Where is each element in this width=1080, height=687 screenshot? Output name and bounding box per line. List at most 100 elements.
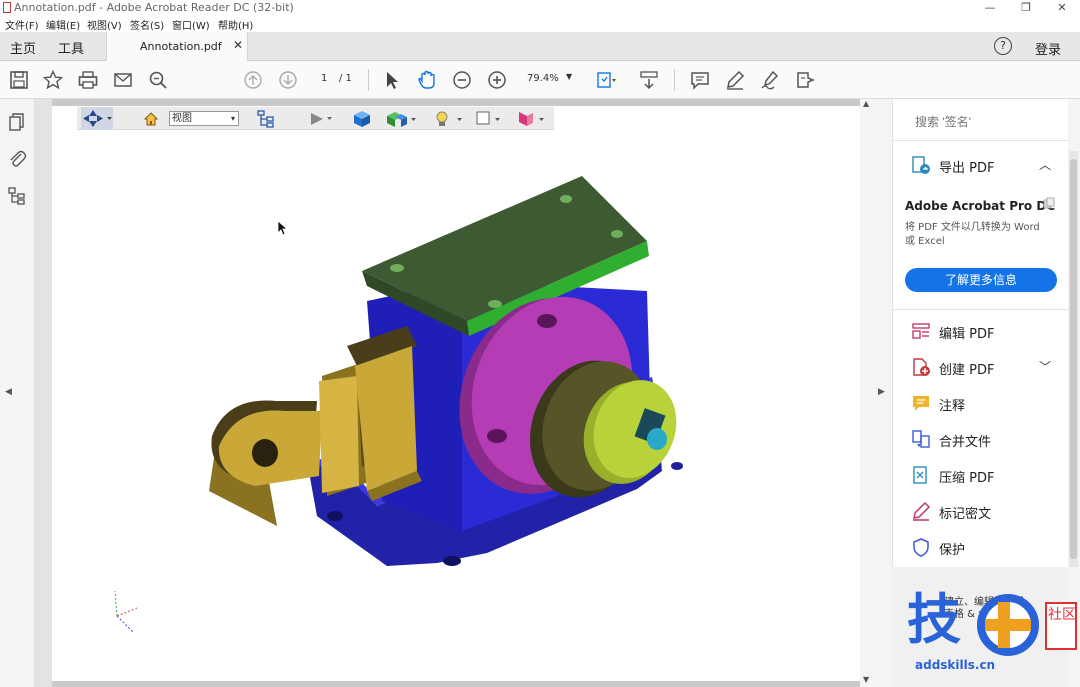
tool-protect[interactable]: 保护: [893, 530, 1069, 564]
tool-label: 合并文件: [939, 435, 992, 450]
tool-label: 保护: [939, 543, 966, 558]
3d-model-gearbox[interactable]: [207, 171, 727, 571]
edit-pdf-icon: [911, 321, 931, 341]
comment-icon[interactable]: [690, 70, 710, 90]
tool-create-pdf[interactable]: 创建 PDF ﹀: [893, 350, 1069, 384]
page-number-input[interactable]: 1: [321, 73, 327, 84]
tool-label: 注释: [939, 399, 966, 414]
compress-pdf-icon: [911, 465, 931, 485]
promo-description: 将 PDF 文件以几转换为 Word 或 Excel: [905, 222, 1040, 247]
learn-more-button[interactable]: 了解更多信息: [905, 268, 1057, 292]
projection-cube-icon[interactable]: [353, 110, 371, 128]
toolbar-divider: [368, 69, 369, 91]
tool-label: 编辑 PDF: [939, 327, 995, 342]
highlight-pen-icon[interactable]: [725, 70, 745, 90]
zoom-dropdown-icon[interactable]: ▼: [566, 72, 572, 81]
scroll-down-icon[interactable]: ▼: [863, 675, 869, 684]
collapse-right-panel-icon[interactable]: ▶: [878, 387, 885, 397]
menu-sign[interactable]: 签名(S): [130, 17, 164, 32]
menu-help[interactable]: 帮助(H): [218, 17, 253, 32]
home-view-icon[interactable]: [143, 111, 159, 127]
redact-icon: [911, 501, 931, 521]
left-navigation-rail: ◀: [0, 99, 35, 687]
select-pointer-icon[interactable]: [382, 70, 402, 90]
chevron-down-icon[interactable]: ﹀: [1039, 358, 1051, 375]
collapse-left-panel-icon[interactable]: ◀: [5, 387, 12, 397]
tab-bar: 主页 工具 Annotation.pdf ✕ ? 登录: [0, 32, 1080, 61]
pdf-page[interactable]: 视图 ▾: [52, 106, 860, 681]
divider: [893, 140, 1069, 141]
view-select-dropdown[interactable]: 视图 ▾: [169, 111, 239, 126]
scroll-up-icon[interactable]: ▲: [863, 99, 869, 108]
tab-document[interactable]: Annotation.pdf ✕: [106, 32, 248, 61]
tool-label: 压缩 PDF: [939, 471, 995, 486]
vertical-scrollbar[interactable]: ▲ ▼: [860, 99, 873, 687]
chevron-up-icon[interactable]: ︿: [1039, 156, 1051, 173]
zoom-level[interactable]: 79.4%: [527, 73, 559, 84]
page-total: / 1: [339, 73, 352, 84]
model-tree-icon[interactable]: [7, 186, 27, 206]
minimize-button[interactable]: —: [976, 0, 1004, 16]
tab-home[interactable]: 主页: [10, 38, 36, 57]
horizontal-scrollbar-bottom[interactable]: [52, 681, 860, 687]
close-tab-icon[interactable]: ✕: [233, 38, 243, 52]
attachment-icon[interactable]: [7, 148, 27, 168]
next-page-icon[interactable]: [278, 70, 298, 90]
comment-icon: [911, 393, 931, 413]
fit-page-icon[interactable]: [596, 70, 616, 90]
scroll-mode-icon[interactable]: [639, 70, 659, 90]
pages-thumbnail-icon[interactable]: [7, 112, 27, 132]
tool-compress-pdf[interactable]: 压缩 PDF: [893, 458, 1069, 492]
search-zoom-icon[interactable]: [148, 70, 168, 90]
print-icon[interactable]: [78, 70, 98, 90]
create-pdf-icon: [911, 357, 931, 377]
copy-icon: [1043, 197, 1055, 209]
tool-comment[interactable]: 注释: [893, 386, 1069, 420]
menu-edit[interactable]: 编辑(E): [46, 17, 80, 32]
export-pdf-label: 导出 PDF: [939, 161, 995, 176]
play-animation-icon[interactable]: [309, 112, 333, 126]
zoom-out-icon[interactable]: [452, 70, 472, 90]
signin-button[interactable]: 登录: [1035, 39, 1061, 58]
export-pdf-row[interactable]: 导出 PDF ︿: [893, 148, 1069, 182]
menu-file[interactable]: 文件(F): [5, 17, 39, 32]
email-icon[interactable]: [113, 70, 133, 90]
tools-pane-scrollbar[interactable]: [1069, 151, 1078, 567]
menu-window[interactable]: 窗口(W): [172, 17, 210, 32]
close-window-button[interactable]: ✕: [1048, 0, 1076, 16]
combine-files-icon: [911, 429, 931, 449]
menu-bar: 文件(F) 编辑(E) 视图(V) 签名(S) 窗口(W) 帮助(H): [0, 16, 1080, 32]
tool-label: 创建 PDF: [939, 363, 995, 378]
help-icon[interactable]: ?: [994, 37, 1012, 55]
tool-label: 标记密文: [939, 507, 992, 522]
hand-tool-icon[interactable]: [417, 70, 437, 90]
tools-search-input[interactable]: [905, 107, 1065, 137]
tool-combine-files[interactable]: 合并文件: [893, 422, 1069, 456]
tool-redact[interactable]: 标记密文: [893, 494, 1069, 528]
protect-icon: [911, 537, 931, 557]
pdf-app-icon: [3, 2, 11, 13]
chevron-down-icon: ▾: [230, 114, 235, 123]
bookmark-star-icon[interactable]: [42, 69, 64, 90]
divider: [893, 309, 1069, 310]
horizontal-scrollbar-top[interactable]: [52, 99, 860, 106]
lighting-icon[interactable]: [433, 110, 465, 128]
tab-tools[interactable]: 工具: [58, 38, 84, 57]
cross-section-icon[interactable]: [517, 110, 549, 128]
watermark-glyph: 技: [907, 588, 961, 651]
share-send-icon[interactable]: [795, 70, 816, 90]
tool-edit-pdf[interactable]: 编辑 PDF: [893, 314, 1069, 348]
watermark-side-text: 社区: [1048, 607, 1076, 623]
menu-view[interactable]: 视图(V): [87, 17, 122, 32]
zoom-in-icon[interactable]: [487, 70, 507, 90]
restore-button[interactable]: ❐: [1012, 0, 1040, 16]
window-title: Annotation.pdf - Adobe Acrobat Reader DC…: [14, 1, 294, 14]
document-viewer[interactable]: 视图 ▾ ▲ ▼: [35, 99, 873, 687]
save-icon[interactable]: [9, 70, 29, 90]
previous-page-icon[interactable]: [243, 70, 263, 90]
model-tree-toggle-icon[interactable]: [257, 110, 275, 128]
render-mode-icon[interactable]: [387, 110, 419, 128]
rotate-tool-button[interactable]: [81, 107, 113, 130]
sign-icon[interactable]: [760, 70, 780, 90]
background-color-icon[interactable]: [475, 110, 505, 128]
